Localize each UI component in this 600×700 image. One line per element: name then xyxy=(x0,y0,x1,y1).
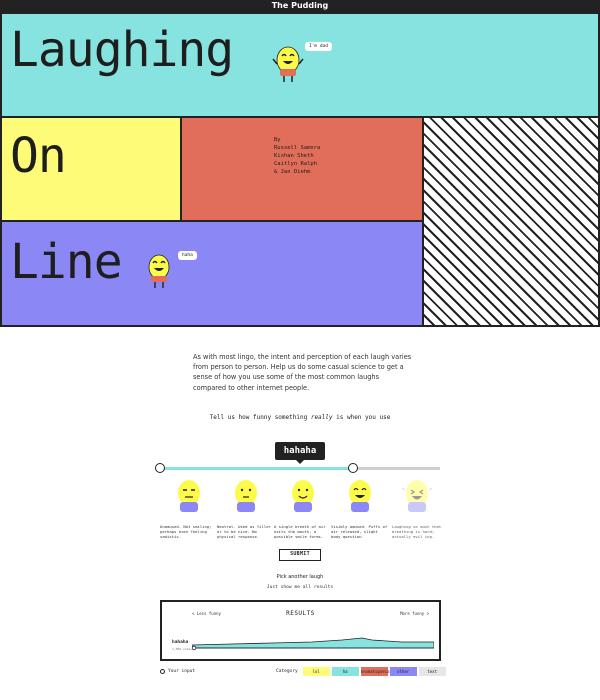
author-4[interactable]: & Jan Diehm xyxy=(274,168,320,176)
laughing-face-icon xyxy=(401,480,433,512)
prompt-emphasis: really xyxy=(310,414,333,421)
mascot-line-icon xyxy=(148,254,170,288)
submit-button[interactable]: SUBMIT xyxy=(279,549,321,561)
amused-face-icon xyxy=(349,480,371,512)
results-distribution-chart xyxy=(192,637,434,651)
face-option-2[interactable]: Neutral. Used as filler or to be nice. N… xyxy=(217,478,275,539)
face-option-1[interactable]: Unamused. Not smiling; perhaps even feel… xyxy=(160,478,218,539)
category-label: Category xyxy=(276,669,298,674)
slider-handle[interactable] xyxy=(348,463,359,473)
face-desc-2: Neutral. Used as filler or to be nice. N… xyxy=(217,524,271,539)
category-chip-text[interactable]: text xyxy=(418,667,446,676)
category-chip-onomatopoeia[interactable]: onomatopoeia xyxy=(360,667,390,676)
face-option-5[interactable]: Laughing so much that breathing is hard;… xyxy=(388,478,446,539)
face-desc-3: A single breath of air exits the mouth, … xyxy=(274,524,326,539)
category-chip-lol[interactable]: lol xyxy=(302,667,330,676)
results-vote-count: 1,000 votes xyxy=(172,647,192,651)
show-all-results-link[interactable]: Just show me all results xyxy=(0,585,600,590)
prompt-after: is when you use xyxy=(332,414,391,421)
author-2[interactable]: Kishan Sheth xyxy=(274,152,320,160)
pick-another-link[interactable]: Pick another laugh xyxy=(0,574,600,580)
speech-bubble-line: haha xyxy=(178,251,197,260)
hero-word-laughing: Laughing xyxy=(10,22,234,78)
hero-panel-stripes xyxy=(422,116,600,327)
current-laugh-word: hahaha xyxy=(275,442,325,464)
your-input-dot-icon xyxy=(160,669,165,674)
author-1[interactable]: Russell Samora xyxy=(274,144,320,152)
prompt-before: Tell us how funny something xyxy=(209,414,311,421)
hero-word-line: Line xyxy=(10,234,123,290)
credits-block: By Russell Samora Kishan Sheth Caitlyn R… xyxy=(274,136,320,176)
results-word-label: hahaha xyxy=(172,640,189,645)
funny-scale-faces: Unamused. Not smiling; perhaps even feel… xyxy=(160,478,441,548)
speech-bubble-top: I'm dad xyxy=(305,42,332,51)
slider-start-handle[interactable] xyxy=(155,463,165,473)
your-input-marker xyxy=(192,645,197,651)
category-chip-other[interactable]: other xyxy=(389,667,417,676)
unamused-face-icon xyxy=(178,480,200,512)
site-header[interactable]: The Pudding xyxy=(0,0,600,12)
intro-text: As with most lingo, the intent and perce… xyxy=(193,353,412,392)
face-option-3[interactable]: A single breath of air exits the mouth, … xyxy=(274,478,332,539)
results-panel: < Less funny RESULTS More funny > hahaha… xyxy=(160,600,441,661)
mascot-laughing-icon xyxy=(272,46,304,82)
smile-face-icon xyxy=(292,480,314,512)
face-desc-5: Laughing so much that breathing is hard;… xyxy=(392,524,442,539)
brand-logo[interactable]: The Pudding xyxy=(272,1,329,10)
face-desc-1: Unamused. Not smiling; perhaps even feel… xyxy=(160,524,212,539)
funny-slider-fill xyxy=(160,467,354,470)
face-option-4[interactable]: Visibly amused. Puffs of air released, s… xyxy=(331,478,389,539)
results-title: RESULTS xyxy=(286,610,315,617)
byline-label: By xyxy=(274,137,281,143)
more-funny-label: More funny > xyxy=(400,611,429,616)
your-input-label: Your input xyxy=(168,669,196,674)
hero-word-on: On xyxy=(10,128,67,184)
category-chip-ha[interactable]: ha xyxy=(331,667,359,676)
face-desc-4: Visibly amused. Puffs of air released, s… xyxy=(331,524,388,539)
quiz-prompt: Tell us how funny something really is wh… xyxy=(0,414,600,421)
results-area xyxy=(192,637,434,649)
category-legend: Category lol ha onomatopoeia other text xyxy=(276,667,448,676)
your-input-legend: Your input xyxy=(160,669,195,674)
author-3[interactable]: Caitlyn Ralph xyxy=(274,160,320,168)
neutral-face-icon xyxy=(235,480,257,512)
